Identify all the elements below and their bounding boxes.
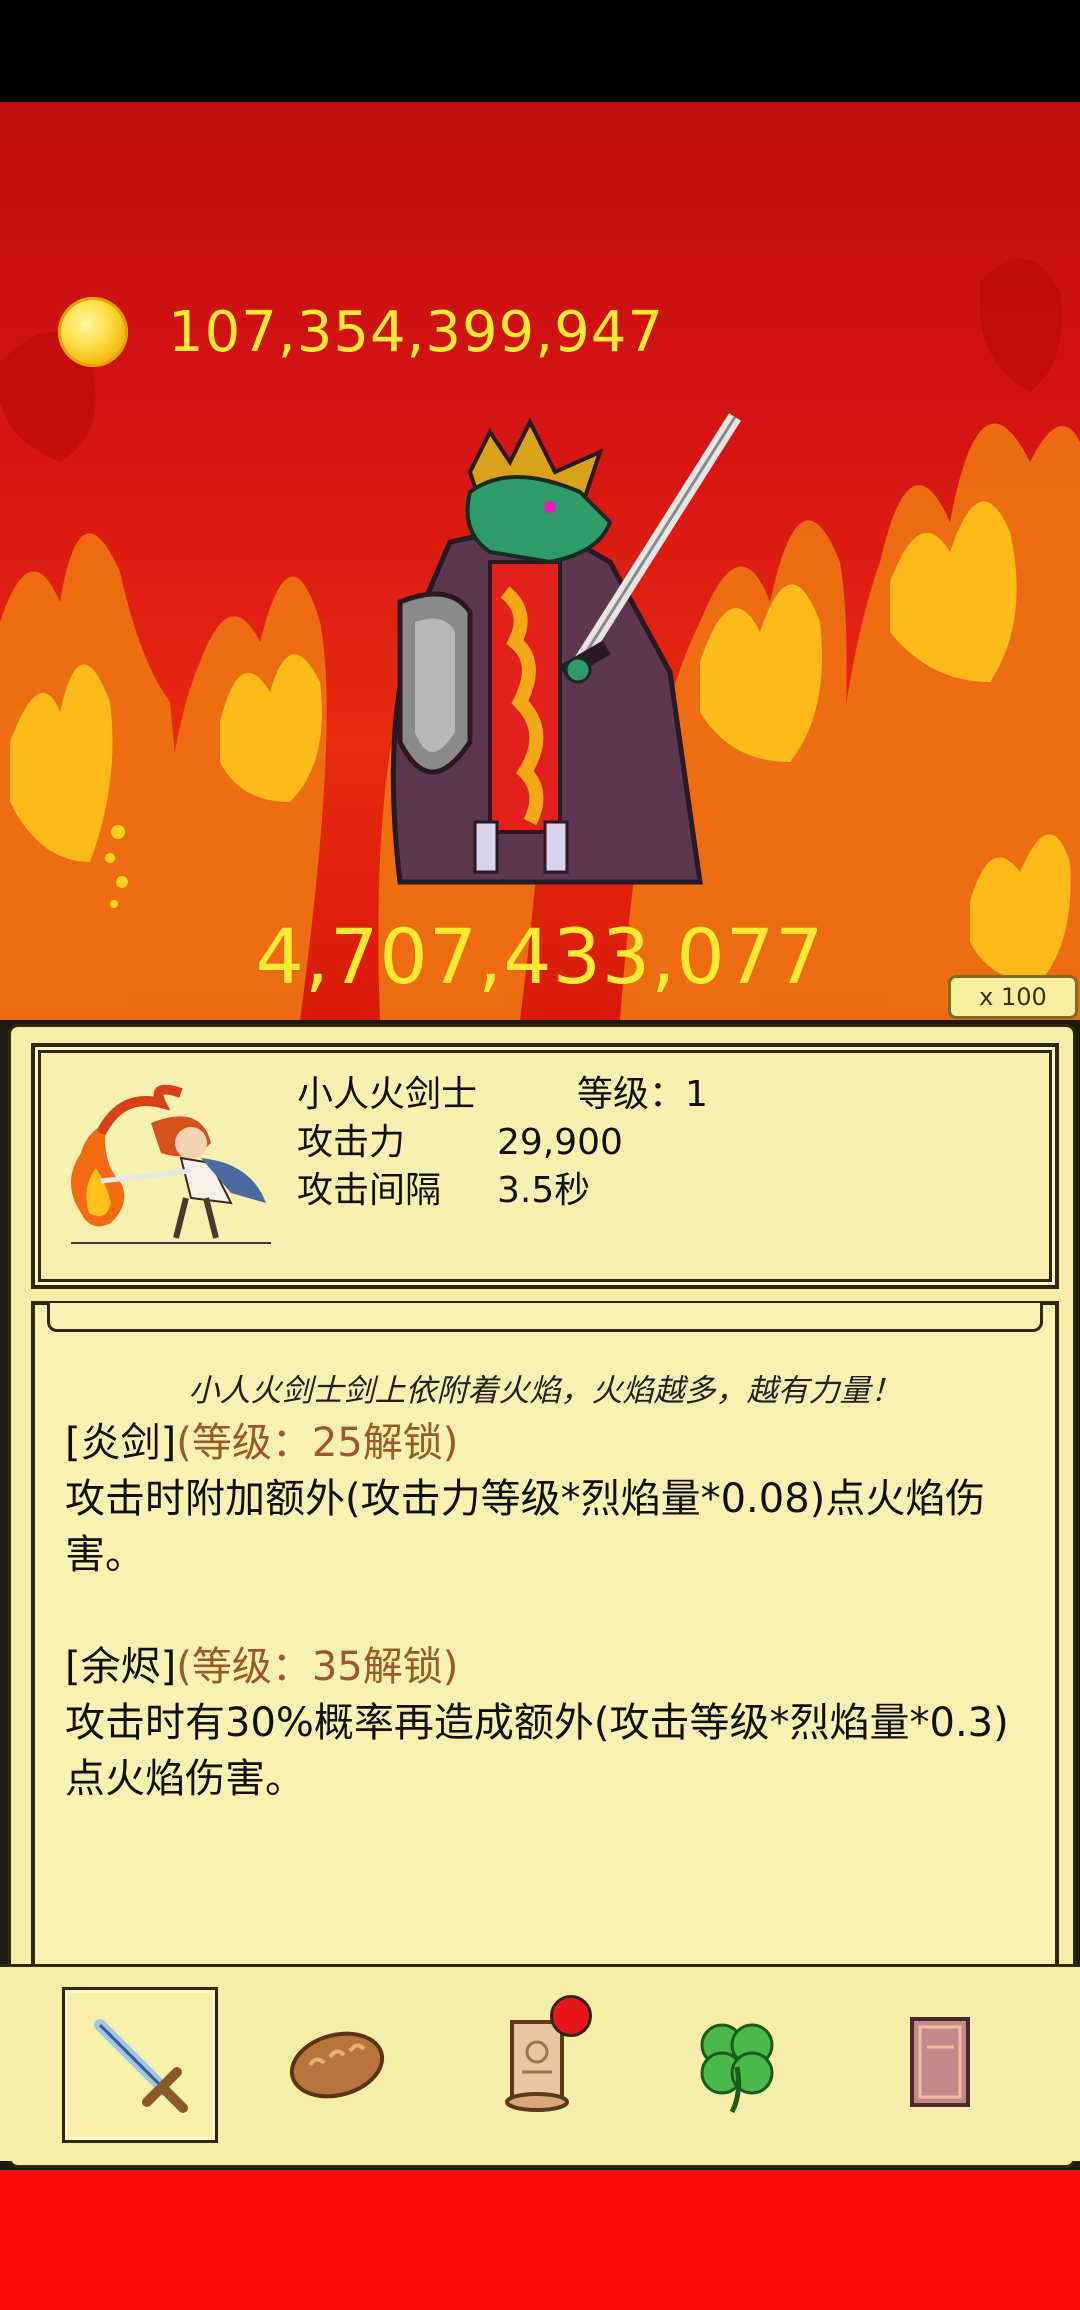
bottom-background (0, 2170, 1080, 2310)
description-scroll-tab (47, 1303, 1043, 1332)
battle-scene[interactable]: 107,354,399,947 4,707,433,077 (0, 102, 1080, 1020)
tab-bread[interactable] (262, 1987, 412, 2137)
skill-paren-close: ) (442, 1420, 459, 1466)
gold-coin-icon (58, 297, 128, 367)
skill-text: 攻击时附加额外(攻击力等级*烈焰量*0.08)点火焰伤害。 (65, 1476, 986, 1578)
skill-name: [炎剑] (65, 1420, 177, 1466)
skill-unlock: 等级：35解锁 (191, 1644, 443, 1690)
attack-label: 攻击力 (297, 1122, 406, 1163)
skill-item: [炎剑](等级：25解锁) 攻击时附加额外(攻击力等级*烈焰量*0.08)点火焰… (65, 1415, 1045, 1583)
dragon-knight-enemy[interactable] (340, 412, 760, 892)
tab-clover[interactable] (662, 1987, 812, 2137)
damage-number: 4,707,433,077 (255, 912, 825, 1001)
skill-paren-open: ( (176, 1644, 192, 1690)
interval-label: 攻击间隔 (297, 1170, 442, 1211)
skill-text: 攻击时有30%概率再造成额外(攻击等级*烈焰量*0.3)点火焰伤害。 (65, 1700, 1009, 1802)
interval-value: 3.5秒 (497, 1170, 591, 1211)
skill-list: [炎剑](等级：25解锁) 攻击时附加额外(攻击力等级*烈焰量*0.08)点火焰… (65, 1415, 1045, 1863)
bottom-tab-bar (0, 1964, 1080, 2161)
tab-scroll[interactable] (462, 1987, 612, 2137)
skill-paren-close: ) (442, 1644, 459, 1690)
fire-swordsman-portrait (71, 1084, 271, 1244)
skill-description: 小人火剑士剑上依附着火焰，火焰越多，越有力量！ [炎剑](等级：25解锁) 攻击… (31, 1301, 1059, 1975)
gold-amount: 107,354,399,947 (168, 299, 664, 365)
skill-unlock: 等级：25解锁 (191, 1420, 443, 1466)
hero-level: 等级：1 (577, 1074, 708, 1115)
tab-sword[interactable] (62, 1987, 218, 2143)
notification-badge (550, 1995, 592, 2037)
tab-book[interactable] (862, 1987, 1012, 2137)
skill-paren-open: ( (176, 1420, 192, 1466)
hero-card[interactable]: 小人火剑士 等级：1 攻击力 29,900 攻击间隔 3.5秒 (31, 1043, 1059, 1289)
book-icon (910, 2017, 970, 2107)
hero-stats: 小人火剑士 等级：1 攻击力 29,900 攻击间隔 3.5秒 (297, 1071, 708, 1215)
gold-counter: 107,354,399,947 (58, 297, 664, 367)
multiplier-button[interactable]: x 100 (948, 975, 1078, 1019)
status-bar (0, 0, 1080, 102)
sword-icon (94, 2019, 188, 2113)
clover-icon (700, 2023, 774, 2114)
hero-name: 小人火剑士 (297, 1074, 478, 1115)
attack-value: 29,900 (497, 1122, 623, 1163)
bread-icon (289, 2031, 385, 2099)
skill-name: [余烬] (65, 1644, 177, 1690)
flavor-text: 小人火剑士剑上依附着火焰，火焰越多，越有力量！ (188, 1373, 902, 1409)
skill-item: [余烬](等级：35解锁) 攻击时有30%概率再造成额外(攻击等级*烈焰量*0.… (65, 1639, 1045, 1807)
